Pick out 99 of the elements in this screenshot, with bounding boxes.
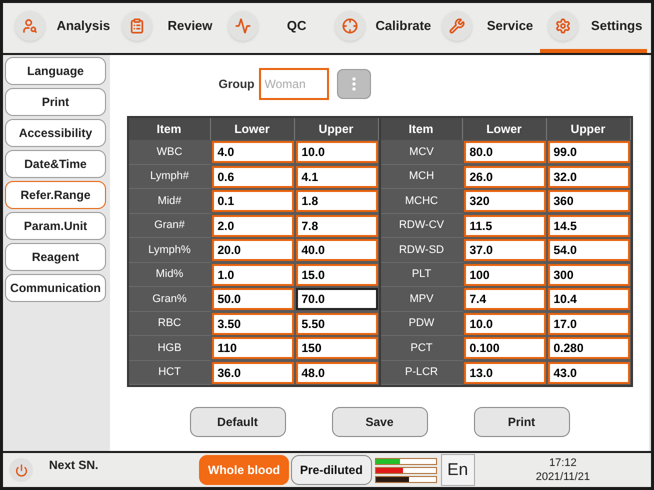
column-header: Upper [294, 118, 378, 140]
value-field[interactable]: 320 [464, 190, 546, 212]
value-field[interactable]: 48.0 [296, 362, 378, 384]
nav-tab[interactable]: Service [434, 3, 540, 53]
value-field[interactable]: 0.100 [464, 337, 546, 359]
chart-icon [235, 18, 252, 34]
column-header: Item [128, 118, 210, 140]
value-field[interactable]: 10.4 [548, 288, 630, 310]
value-field[interactable]: 150 [296, 337, 378, 359]
table-cell: MCHC [380, 189, 462, 214]
action-button[interactable]: Default [190, 407, 286, 437]
table-cell: Gran# [128, 214, 210, 238]
table-cell: PLT [380, 262, 462, 287]
sidebar-item[interactable]: Communication [5, 274, 106, 302]
table-cell: RBC [128, 312, 210, 336]
table-cell: RDW-CV [380, 214, 462, 238]
sidebar-item[interactable]: Param.Unit [5, 212, 106, 240]
more-button[interactable] [336, 69, 370, 99]
value-field[interactable]: 5.50 [296, 312, 378, 334]
column-header: Lower [210, 118, 294, 140]
table-cell: WBC [128, 140, 210, 164]
language-button[interactable]: En [440, 454, 475, 486]
nav-tab[interactable]: Review [114, 3, 220, 53]
value-field[interactable]: 40.0 [296, 239, 378, 261]
column-header: Lower [462, 118, 546, 140]
list-icon [128, 18, 145, 34]
value-field[interactable]: 20.0 [212, 239, 294, 261]
value-field[interactable]: 0.6 [212, 166, 294, 188]
more-icon [352, 77, 356, 91]
column-header: Item [380, 118, 462, 140]
value-field[interactable]: 4.1 [296, 166, 378, 188]
clock-date: 2021/11/21 [536, 470, 590, 484]
power-button[interactable] [9, 458, 33, 482]
value-field[interactable]: 50.0 [212, 288, 294, 310]
settings-icon [555, 18, 572, 34]
table-cell: Lymph# [128, 164, 210, 189]
value-field[interactable]: 17.0 [548, 312, 630, 334]
value-field[interactable]: 4.0 [212, 141, 294, 163]
value-field[interactable]: 7.8 [296, 214, 378, 236]
table-cell: MPV [380, 287, 462, 312]
sidebar-item[interactable]: Reagent [5, 243, 106, 271]
value-field[interactable]: 360 [548, 190, 630, 212]
value-field[interactable]: 2.0 [212, 214, 294, 236]
value-field[interactable]: 54.0 [548, 239, 630, 261]
group-field[interactable]: Woman [258, 68, 328, 100]
value-field[interactable]: 15.0 [296, 264, 378, 286]
value-field[interactable]: 100 [464, 264, 546, 286]
wrench-icon [448, 18, 465, 34]
value-field[interactable]: 110 [212, 337, 294, 359]
value-field[interactable]: 14.5 [548, 214, 630, 236]
value-field[interactable]: 80.0 [464, 141, 546, 163]
table-cell: Gran% [128, 287, 210, 312]
next-sn-label: Next SN. [49, 457, 100, 474]
sidebar-item[interactable]: Refer.Range [5, 181, 106, 209]
table-cell: HGB [128, 336, 210, 360]
value-field[interactable]: 10.0 [464, 312, 546, 334]
group-label: Group [218, 76, 254, 93]
value-field[interactable]: 10.0 [296, 141, 378, 163]
table-cell: MCV [380, 140, 462, 164]
value-field[interactable]: 99.0 [548, 141, 630, 163]
person-search-icon [22, 18, 38, 34]
table-cell: Lymph% [128, 238, 210, 262]
value-field[interactable]: 1.0 [212, 264, 294, 286]
nav-tab[interactable]: Calibrate [327, 3, 434, 53]
value-field[interactable]: 43.0 [548, 362, 630, 384]
value-field[interactable]: 11.5 [464, 214, 546, 236]
value-field[interactable]: 37.0 [464, 239, 546, 261]
value-field[interactable]: 36.0 [212, 362, 294, 384]
action-button[interactable]: Save [332, 407, 428, 437]
table-cell: PDW [380, 312, 462, 336]
sidebar-item[interactable]: Date&Time [5, 150, 106, 178]
value-field[interactable]: 300 [548, 264, 630, 286]
column-header: Upper [546, 118, 630, 140]
table-cell: PCT [380, 336, 462, 360]
value-field[interactable]: 70.0 [296, 288, 378, 310]
value-field[interactable]: 1.8 [296, 190, 378, 212]
value-field[interactable]: 3.50 [212, 312, 294, 334]
mode-button[interactable]: Pre-diluted [290, 455, 372, 485]
table-cell: Mid% [128, 262, 210, 287]
value-field[interactable]: 7.4 [464, 288, 546, 310]
value-field[interactable]: 13.0 [464, 362, 546, 384]
value-field[interactable]: 26.0 [464, 166, 546, 188]
table-cell: P-LCR [380, 360, 462, 385]
table-cell: Mid# [128, 189, 210, 214]
table-cell: RDW-SD [380, 238, 462, 262]
nav-tab[interactable]: QC [220, 3, 328, 53]
nav-tab[interactable]: Analysis [7, 3, 114, 53]
power-icon [14, 464, 28, 476]
clock-time: 17:12 [549, 456, 577, 470]
crosshair-icon [342, 18, 358, 34]
action-button[interactable]: Print [474, 407, 570, 437]
sidebar-item[interactable]: Accessibility [5, 119, 106, 147]
sidebar-item[interactable]: Print [5, 88, 106, 116]
value-field[interactable]: 0.280 [548, 337, 630, 359]
table-cell: MCH [380, 164, 462, 189]
value-field[interactable]: 32.0 [548, 166, 630, 188]
sidebar-item[interactable]: Language [5, 57, 106, 85]
table-cell: HCT [128, 360, 210, 385]
value-field[interactable]: 0.1 [212, 190, 294, 212]
